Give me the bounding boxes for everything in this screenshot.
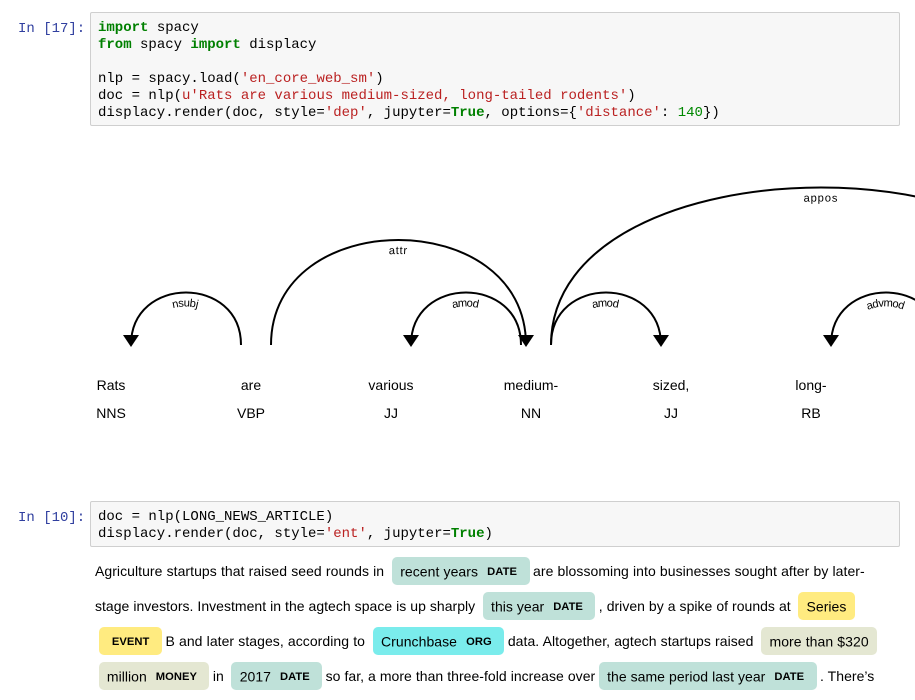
svg-text:long-RB: long-RB xyxy=(795,377,826,421)
svg-text:nsubj: nsubj xyxy=(171,297,200,311)
svg-text:amod: amod xyxy=(451,297,481,311)
svg-text:advmod: advmod xyxy=(865,297,907,312)
svg-text:appos: appos xyxy=(803,192,838,204)
svg-text:RatsNNS: RatsNNS xyxy=(96,377,126,421)
svg-text:attr: attr xyxy=(389,245,409,257)
svg-text:amod: amod xyxy=(591,297,621,311)
svg-text:sized,JJ: sized,JJ xyxy=(653,377,690,421)
svg-text:medium-NN: medium-NN xyxy=(504,377,559,421)
svg-text:areVBP: areVBP xyxy=(237,377,265,421)
svg-text:variousJJ: variousJJ xyxy=(368,377,413,421)
